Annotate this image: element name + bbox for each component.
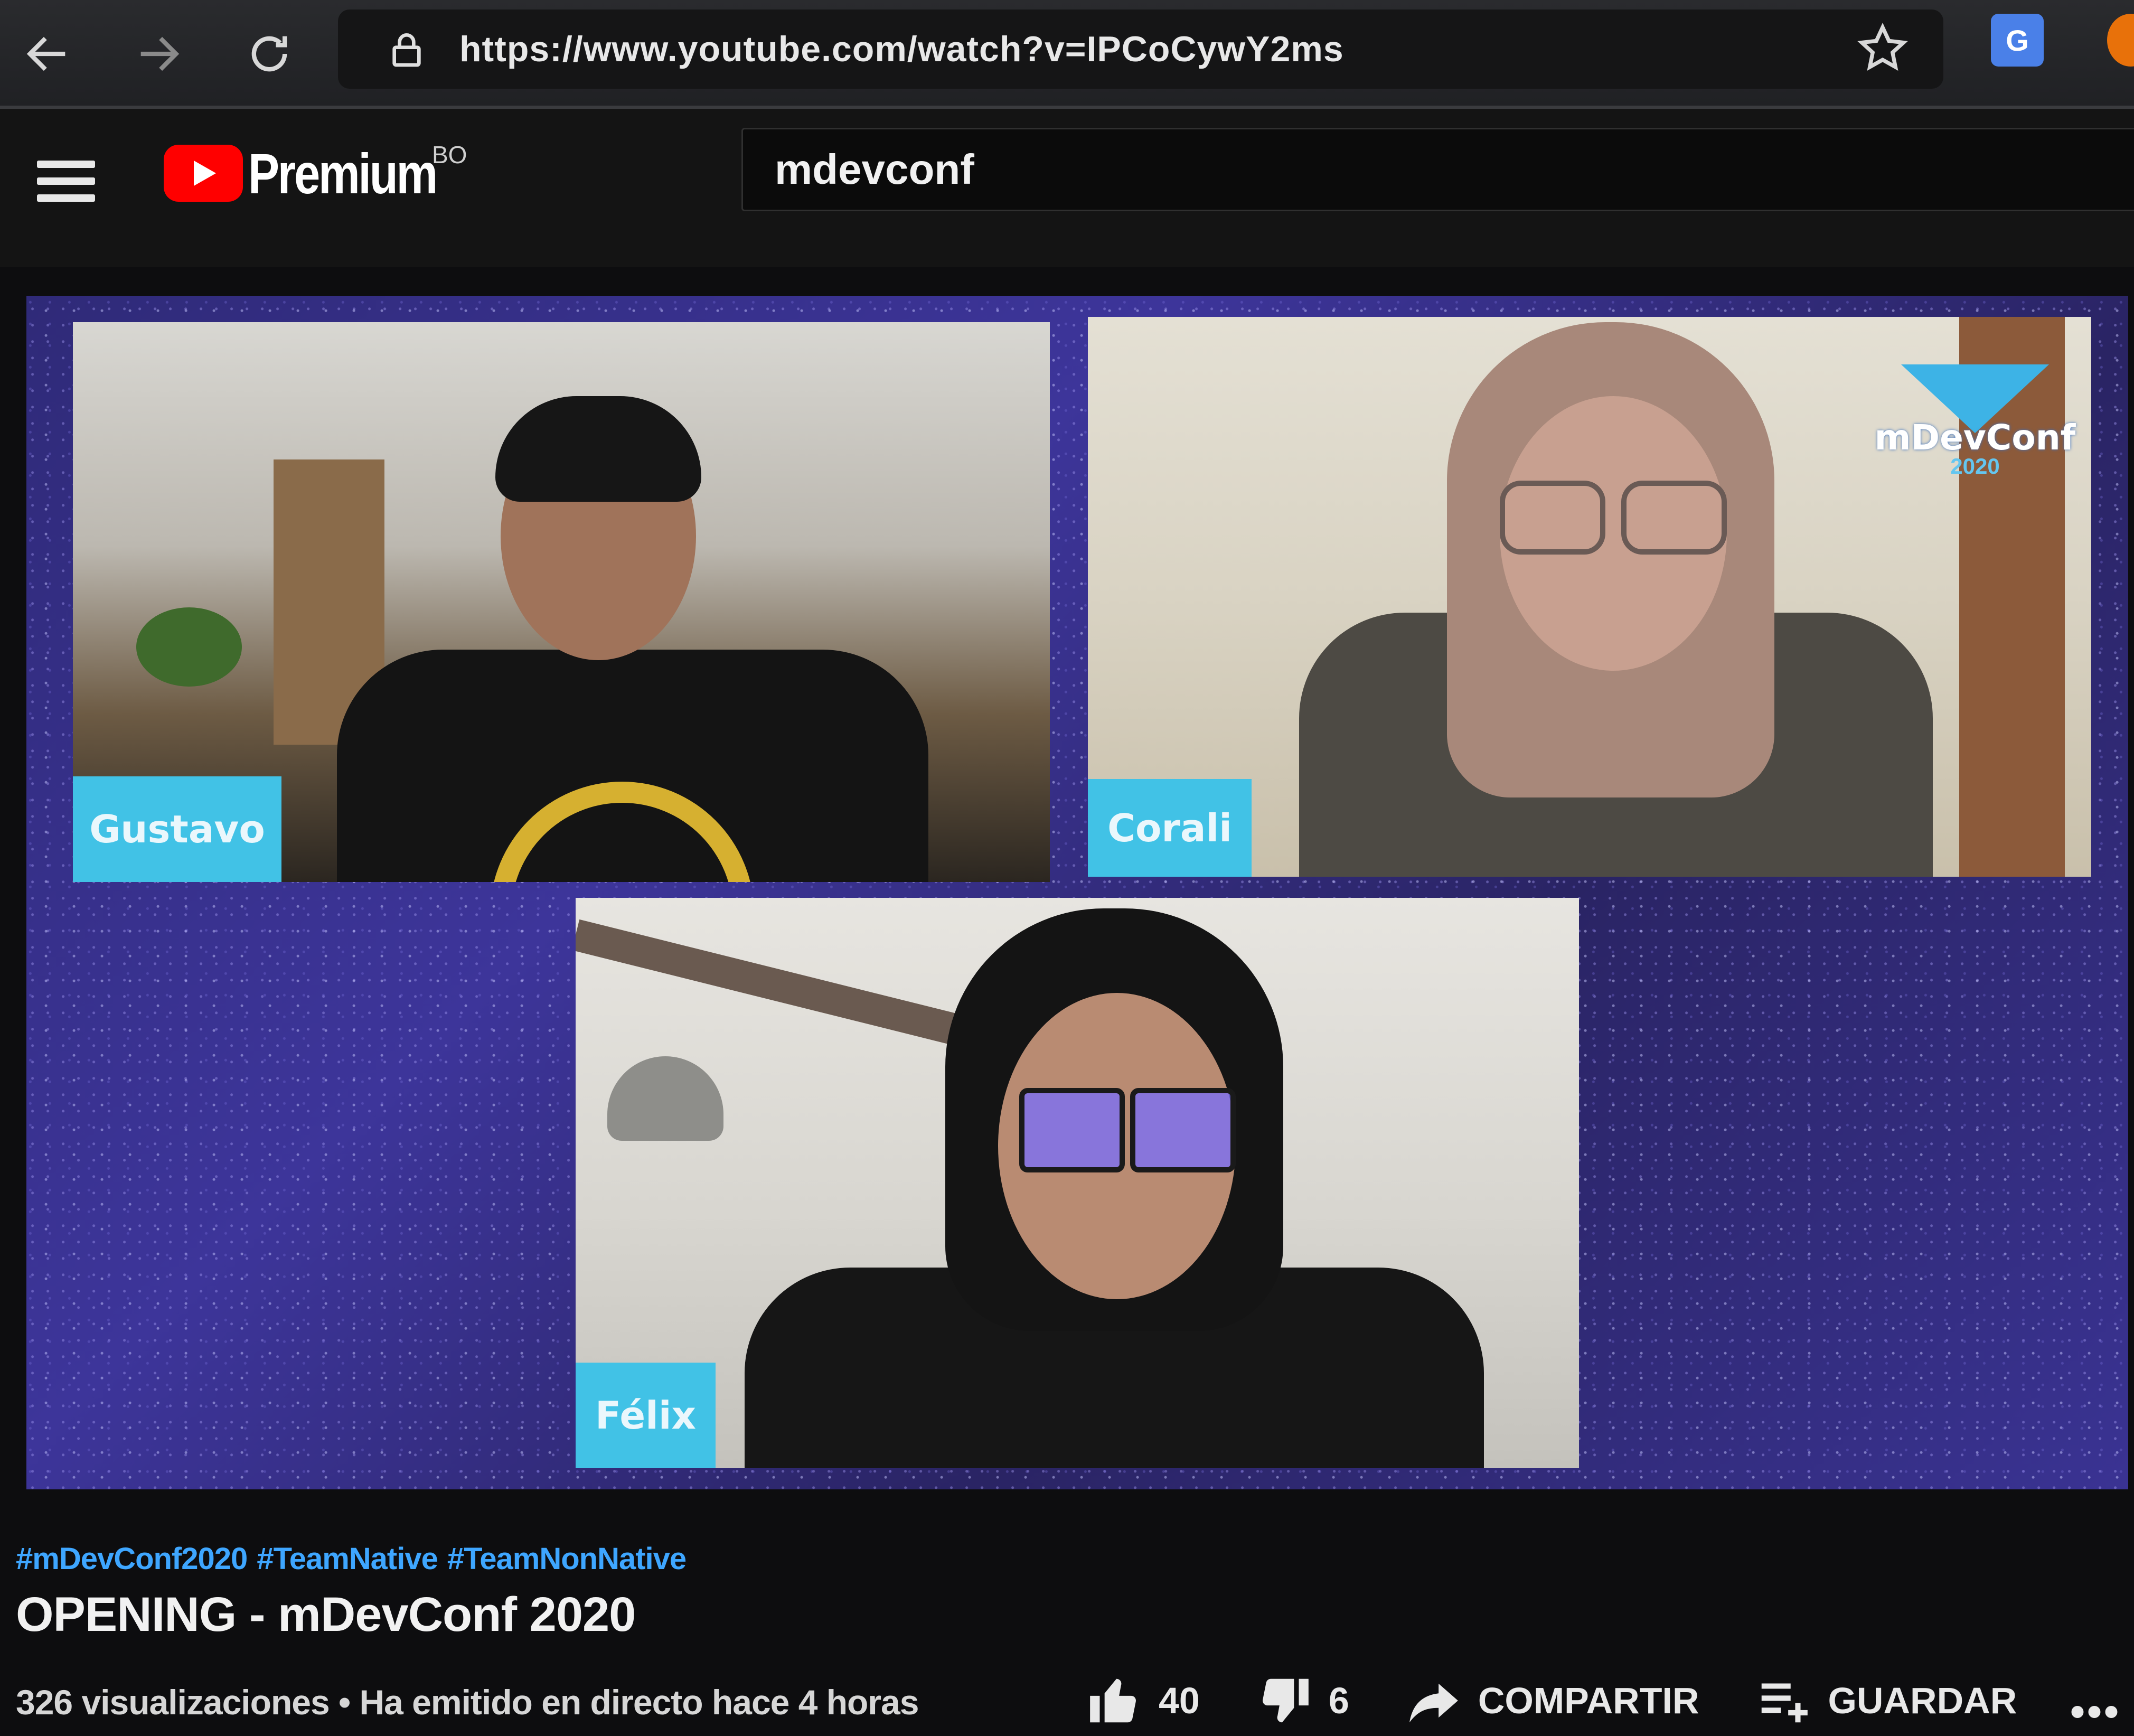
dislike-count: 6 xyxy=(1328,1680,1349,1721)
glasses-right xyxy=(1621,481,1727,555)
like-count: 40 xyxy=(1159,1680,1200,1721)
search-input[interactable]: mdevconf xyxy=(741,128,2134,211)
mdevconf-logo: mDevConf 2020 xyxy=(1869,364,2081,496)
share-arrow-icon xyxy=(1409,1683,1458,1723)
name-tag-gustavo: Gustavo xyxy=(73,776,281,882)
country-code: BO xyxy=(432,141,467,168)
search-query: mdevconf xyxy=(775,146,974,193)
translate-extension-icon[interactable]: G xyxy=(1991,14,2044,67)
browser-toolbar: https://www.youtube.com/watch?v=IPCoCywY… xyxy=(0,0,2134,109)
thumbs-down-icon xyxy=(1262,1678,1309,1723)
premium-logo-text[interactable]: Premium xyxy=(248,140,438,207)
more-actions-icon[interactable]: ••• xyxy=(2070,1687,2121,1736)
menu-icon[interactable] xyxy=(37,151,95,209)
glasses-left xyxy=(1500,481,1605,555)
like-button[interactable]: 40 xyxy=(1083,1672,1200,1730)
video-player[interactable]: Gustavo mDevConf 2020 Corali Félix xyxy=(26,296,2128,1489)
hashtag-list: #mDevConf2020 #TeamNative #TeamNonNative xyxy=(16,1541,695,1577)
youtube-logo-icon[interactable] xyxy=(164,145,243,202)
dislike-button[interactable]: 6 xyxy=(1253,1672,1349,1730)
hashtag-link[interactable]: #mDevConf2020 xyxy=(16,1542,248,1576)
bookmark-star-icon[interactable] xyxy=(1854,20,1912,78)
reload-icon xyxy=(251,36,287,72)
name-tag-corali: Corali xyxy=(1088,779,1252,877)
share-label: COMPARTIR xyxy=(1478,1680,1699,1721)
video-meta: 326 visualizaciones • Ha emitido en dire… xyxy=(16,1683,919,1722)
lock-icon xyxy=(375,10,438,89)
plant xyxy=(136,607,242,687)
participant-tile-corali: mDevConf 2020 Corali xyxy=(1088,317,2091,877)
thumbs-up-icon xyxy=(1090,1678,1136,1723)
desk-lamp xyxy=(607,1056,723,1141)
save-button[interactable]: GUARDAR xyxy=(1752,1672,2017,1730)
forward-button[interactable] xyxy=(127,22,190,86)
participant-tile-gustavo: Gustavo xyxy=(73,322,1050,882)
playlist-add-icon xyxy=(1762,1683,1808,1723)
share-button[interactable]: COMPARTIR xyxy=(1402,1672,1699,1730)
mdevconf-logo-text: mDevConf xyxy=(1874,417,2076,458)
forward-arrow-icon xyxy=(140,36,180,71)
save-label: GUARDAR xyxy=(1828,1680,2017,1721)
extension-icon[interactable] xyxy=(2107,14,2134,67)
address-bar[interactable]: https://www.youtube.com/watch?v=IPCoCywY… xyxy=(338,10,1943,89)
url-text: https://www.youtube.com/watch?v=IPCoCywY… xyxy=(459,29,1344,69)
hashtag-link[interactable]: #TeamNative xyxy=(257,1542,438,1576)
name-tag-felix: Félix xyxy=(576,1363,716,1468)
back-arrow-icon xyxy=(26,36,65,71)
hashtag-link[interactable]: #TeamNonNative xyxy=(447,1542,687,1576)
youtube-header: Premium BO mdevconf xyxy=(0,109,2134,267)
participant-tile-felix: Félix xyxy=(576,898,1579,1468)
back-button[interactable] xyxy=(16,22,79,86)
glasses-right xyxy=(1130,1088,1236,1172)
reload-button[interactable] xyxy=(238,22,301,86)
person-gustavo-hair xyxy=(495,396,701,502)
video-actions: 40 6 COMPARTIR GUARDAR xyxy=(1083,1672,2070,1730)
video-title: OPENING - mDevConf 2020 xyxy=(16,1588,636,1641)
glasses-left xyxy=(1019,1088,1125,1172)
